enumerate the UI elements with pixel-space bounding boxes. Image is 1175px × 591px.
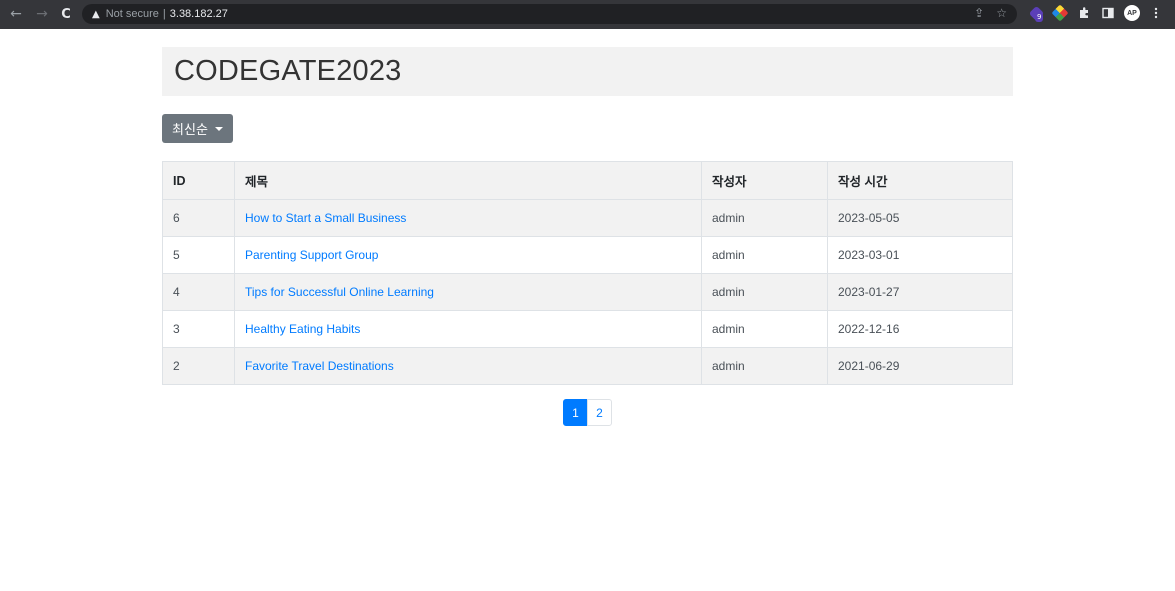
caret-down-icon bbox=[214, 126, 223, 131]
page-title: CODEGATE2023 bbox=[174, 55, 402, 87]
extension-purple-icon[interactable]: 9 bbox=[1028, 5, 1044, 22]
post-link[interactable]: Parenting Support Group bbox=[245, 248, 378, 262]
cell-title: Tips for Successful Online Learning bbox=[234, 273, 702, 311]
side-panel-icon[interactable] bbox=[1100, 5, 1116, 21]
header-id: ID bbox=[162, 161, 235, 200]
table-row: 3 Healthy Eating Habits admin 2022-12-16 bbox=[162, 310, 1013, 348]
header-banner: CODEGATE2023 bbox=[162, 47, 1013, 96]
security-label[interactable]: Not secure bbox=[106, 8, 159, 20]
browser-toolbar: ← → C ▲ Not secure | 3.38.182.27 ⇪ ☆ 9 A… bbox=[0, 0, 1175, 29]
extension-badge: 9 bbox=[1035, 13, 1044, 22]
header-time: 작성 시간 bbox=[827, 161, 1013, 200]
share-icon[interactable]: ⇪ bbox=[974, 6, 984, 20]
cell-time: 2023-05-05 bbox=[827, 199, 1013, 237]
cell-author: admin bbox=[701, 273, 828, 311]
cell-id: 6 bbox=[162, 199, 235, 237]
sort-dropdown-button[interactable]: 최신순 bbox=[162, 114, 233, 143]
cell-time: 2022-12-16 bbox=[827, 310, 1013, 348]
page-link-1[interactable]: 1 bbox=[563, 399, 588, 426]
cell-id: 2 bbox=[162, 347, 235, 385]
table-row: 5 Parenting Support Group admin 2023-03-… bbox=[162, 236, 1013, 274]
cell-time: 2023-03-01 bbox=[827, 236, 1013, 274]
post-link[interactable]: How to Start a Small Business bbox=[245, 211, 406, 225]
forward-icon[interactable]: → bbox=[32, 6, 52, 22]
header-title: 제목 bbox=[234, 161, 702, 200]
address-bar[interactable]: ▲ Not secure | 3.38.182.27 ⇪ ☆ bbox=[82, 4, 1017, 24]
url-text[interactable]: 3.38.182.27 bbox=[170, 8, 228, 20]
bookmark-star-icon[interactable]: ☆ bbox=[996, 6, 1007, 20]
sort-label: 최신순 bbox=[172, 123, 208, 138]
cell-title: Favorite Travel Destinations bbox=[234, 347, 702, 385]
header-author: 작성자 bbox=[701, 161, 828, 200]
reload-icon[interactable]: C bbox=[56, 7, 76, 22]
post-link[interactable]: Healthy Eating Habits bbox=[245, 322, 360, 336]
pagination: 1 2 bbox=[162, 399, 1013, 426]
table-row: 2 Favorite Travel Destinations admin 202… bbox=[162, 347, 1013, 385]
cell-title: Healthy Eating Habits bbox=[234, 310, 702, 348]
separator: | bbox=[162, 8, 166, 20]
table-row: 6 How to Start a Small Business admin 20… bbox=[162, 199, 1013, 237]
cell-id: 5 bbox=[162, 236, 235, 274]
table-row: 4 Tips for Successful Online Learning ad… bbox=[162, 273, 1013, 311]
post-link[interactable]: Favorite Travel Destinations bbox=[245, 359, 394, 373]
cell-title: How to Start a Small Business bbox=[234, 199, 702, 237]
posts-table: ID 제목 작성자 작성 시간 6 How to Start a Small B… bbox=[162, 161, 1013, 385]
cell-author: admin bbox=[701, 199, 828, 237]
table-header-row: ID 제목 작성자 작성 시간 bbox=[162, 161, 1013, 200]
cell-id: 3 bbox=[162, 310, 235, 348]
profile-avatar[interactable]: AP bbox=[1124, 5, 1140, 21]
back-icon[interactable]: ← bbox=[6, 6, 26, 22]
page-link-2[interactable]: 2 bbox=[587, 399, 612, 426]
cell-author: admin bbox=[701, 347, 828, 385]
cell-time: 2021-06-29 bbox=[827, 347, 1013, 385]
extensions-area: 9 AP bbox=[1028, 4, 1164, 22]
puzzle-icon[interactable] bbox=[1076, 5, 1092, 21]
cell-time: 2023-01-27 bbox=[827, 273, 1013, 311]
cell-author: admin bbox=[701, 236, 828, 274]
cell-id: 4 bbox=[162, 273, 235, 311]
cell-title: Parenting Support Group bbox=[234, 236, 702, 274]
warning-icon: ▲ bbox=[92, 8, 100, 20]
post-link[interactable]: Tips for Successful Online Learning bbox=[245, 285, 434, 299]
extension-colorful-icon[interactable] bbox=[1051, 4, 1069, 22]
cell-author: admin bbox=[701, 310, 828, 348]
menu-icon[interactable] bbox=[1148, 5, 1164, 21]
main-container: CODEGATE2023 최신순 ID 제목 작성자 작성 시간 6 How t… bbox=[162, 47, 1013, 426]
